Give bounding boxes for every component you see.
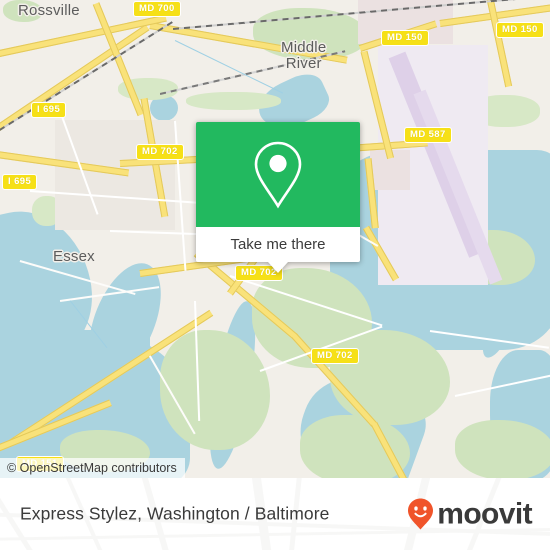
moovit-pin-icon — [408, 498, 434, 530]
location-popup[interactable]: Take me there — [196, 122, 360, 273]
road-shield-i-695: I 695 — [31, 102, 67, 118]
road-shield-md-587: MD 587 — [404, 127, 452, 143]
popup-image-area — [196, 122, 360, 227]
popup-pointer-tail — [268, 262, 288, 273]
place-label-line: River — [285, 55, 322, 72]
place-label-middle-river: Middle River — [281, 40, 326, 72]
road-shield-md-700: MD 700 — [133, 1, 181, 17]
road-shield-md-150: MD 150 — [496, 22, 544, 38]
place-label-line: Middle — [281, 39, 327, 56]
road-shield-md-702: MD 702 — [136, 144, 184, 160]
place-label-essex: Essex — [53, 248, 95, 265]
osm-attribution[interactable]: © OpenStreetMap contributors — [0, 458, 185, 478]
moovit-logo[interactable]: moovit — [407, 497, 533, 531]
place-label-rossville: Rossville — [18, 2, 80, 19]
road-shield-i-695: I 695 — [2, 174, 38, 190]
footer-bar: Express Stylez, Washington / Baltimore m… — [0, 478, 550, 550]
map-pin-icon — [254, 141, 302, 209]
place-title: Express Stylez, Washington / Baltimore — [20, 503, 330, 524]
take-me-there-label: Take me there — [230, 236, 326, 253]
road-shield-md-702: MD 702 — [311, 348, 359, 364]
take-me-there-button[interactable]: Take me there — [196, 227, 360, 262]
moovit-wordmark: moovit — [437, 497, 532, 530]
road-shield-md-150: MD 150 — [381, 30, 429, 46]
park-area — [186, 92, 281, 110]
screenshot-root: Rossville Middle River Essex MD 700 MD 1… — [0, 0, 550, 550]
park-area — [455, 420, 550, 478]
